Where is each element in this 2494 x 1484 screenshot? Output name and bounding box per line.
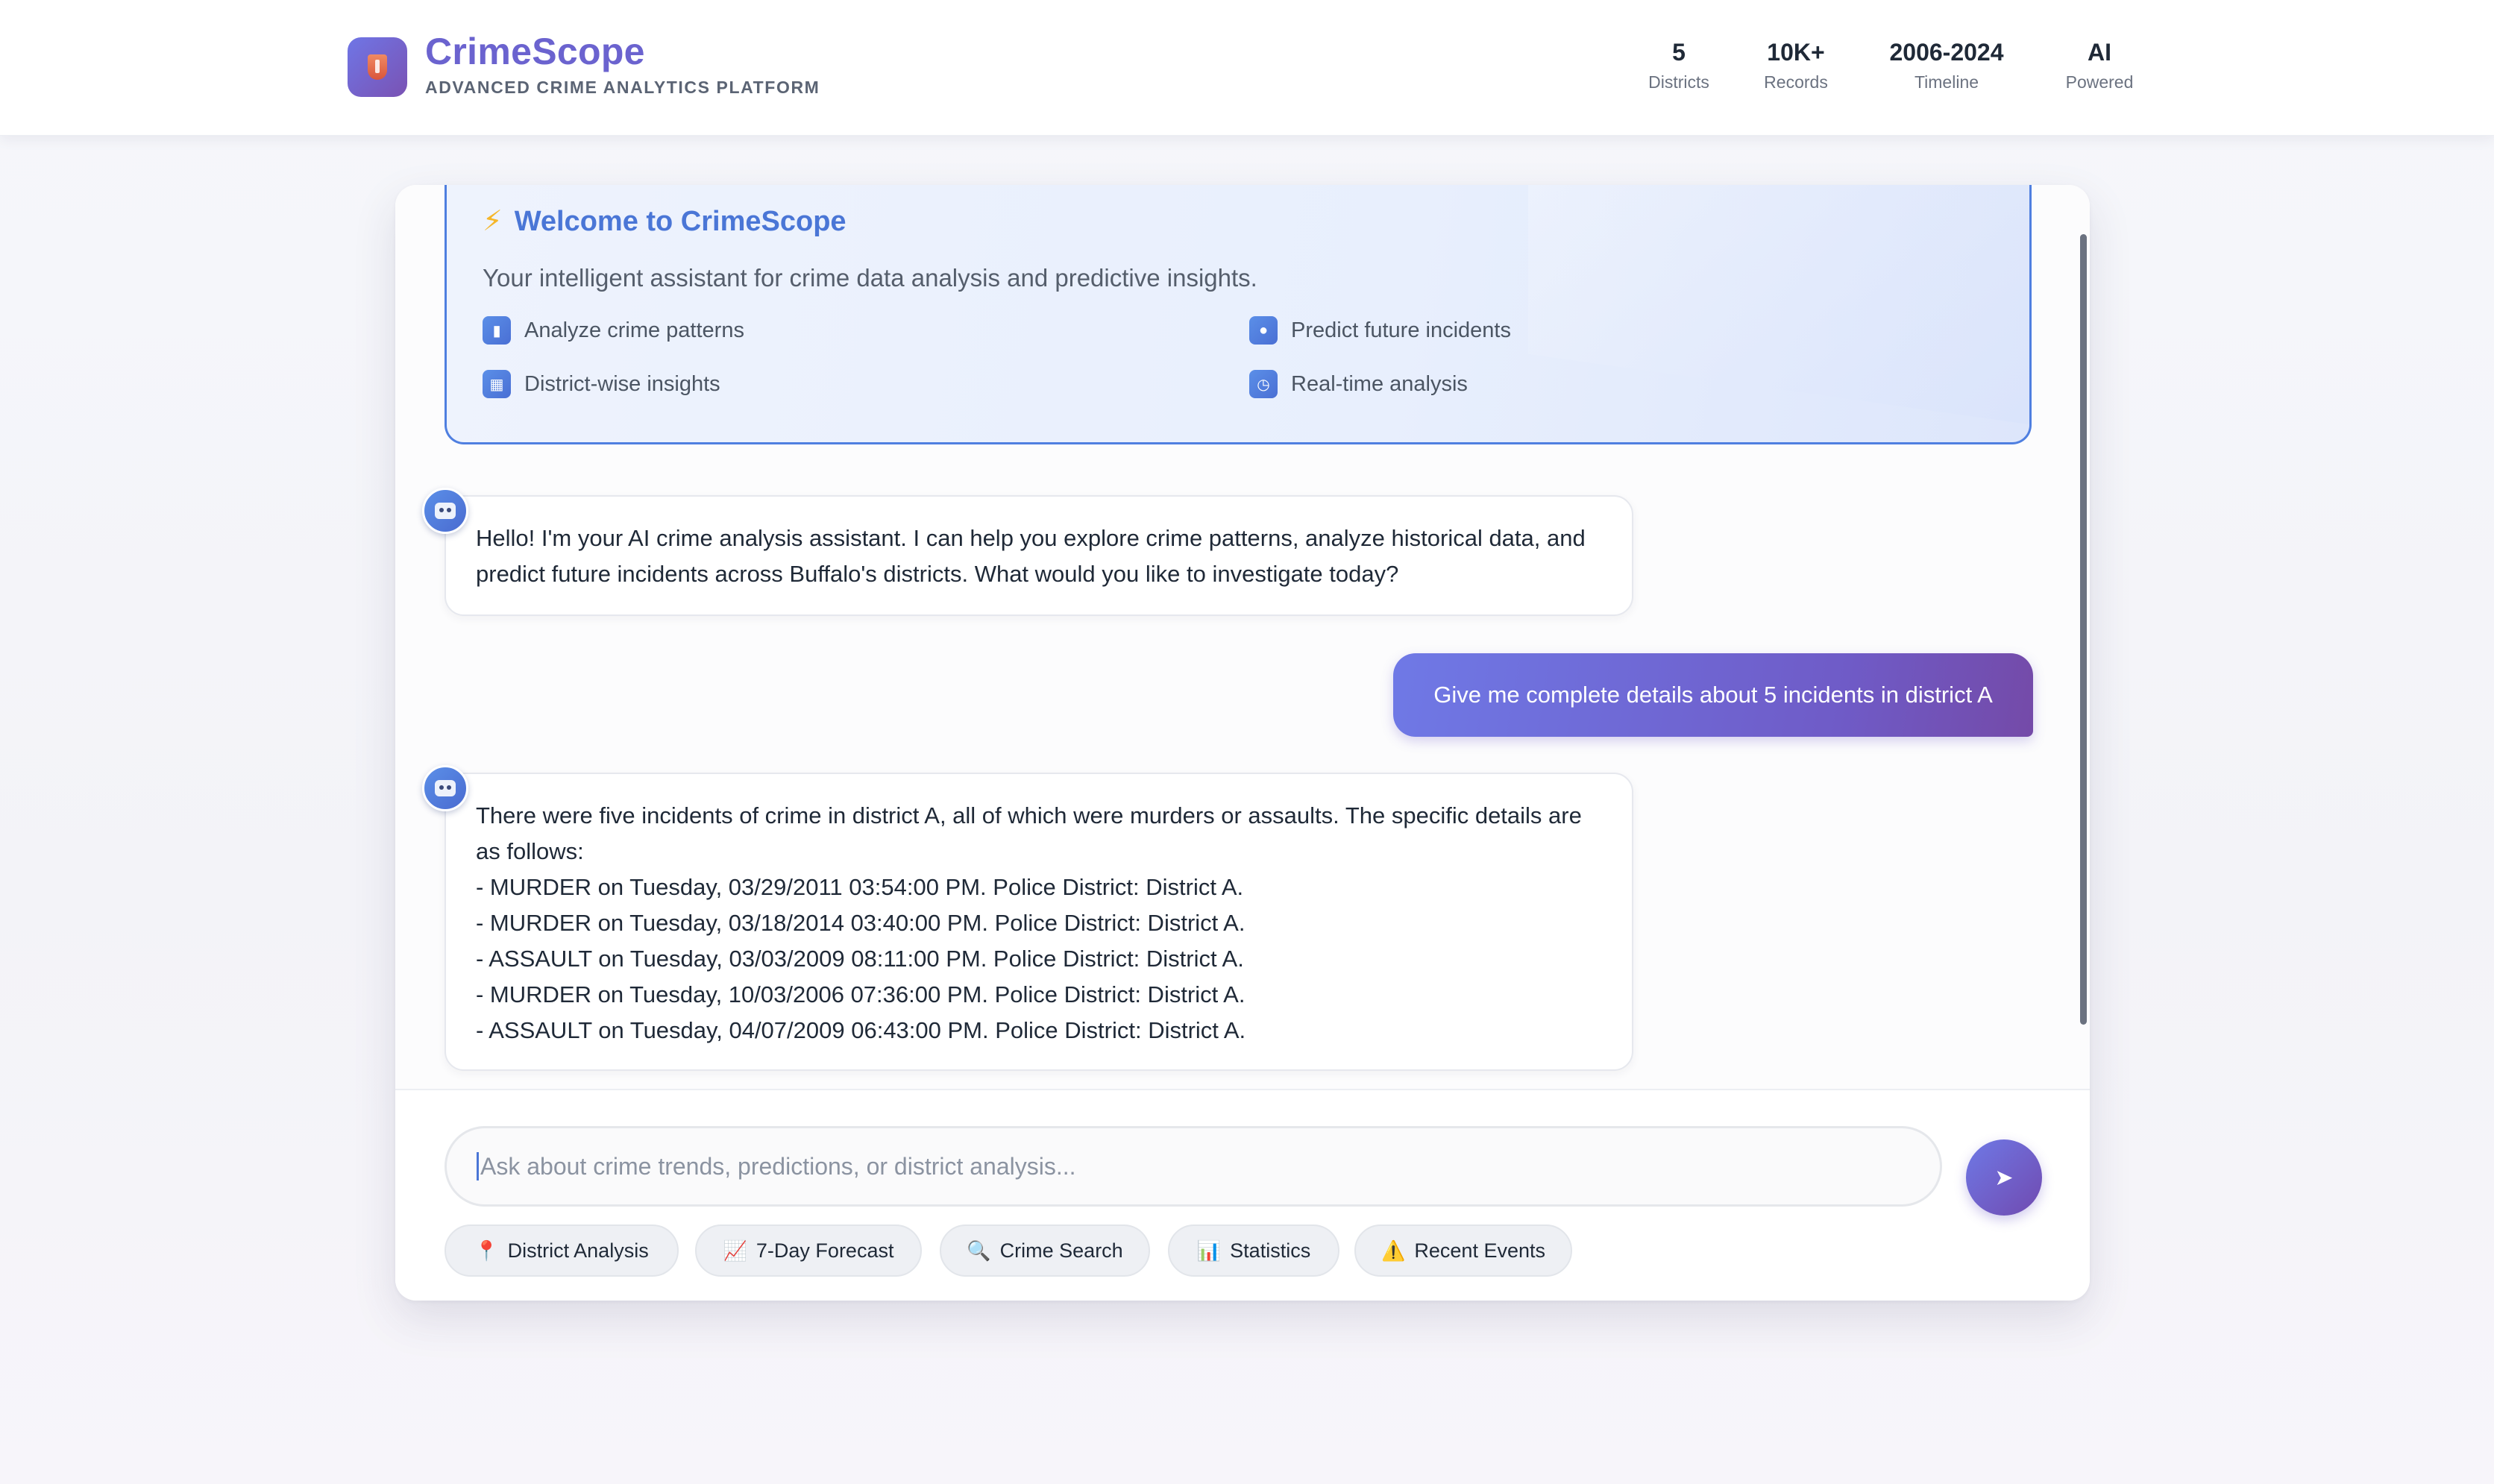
feature-label: District-wise insights	[524, 371, 720, 396]
robot-icon	[435, 780, 456, 796]
incident-item: - ASSAULT on Tuesday, 04/07/2009 06:43:0…	[476, 1017, 1246, 1043]
quick-action-district-analysis[interactable]: 📍 District Analysis	[445, 1224, 679, 1277]
bot-answer-intro: There were five incidents of crime in di…	[476, 802, 1582, 864]
bot-message-text: Hello! I'm your AI crime analysis assist…	[476, 525, 1586, 587]
send-button[interactable]: ➤	[1966, 1139, 2042, 1216]
brand-title: CrimeScope	[425, 31, 645, 72]
feature-analyze-patterns: ▮ Analyze crime patterns	[483, 316, 744, 345]
stat-districts: 5 Districts	[1638, 39, 1720, 92]
clock-icon: ◷	[1249, 370, 1278, 398]
user-message: Give me complete details about 5 inciden…	[1393, 653, 2033, 737]
stat-label: Timeline	[1914, 72, 1979, 92]
send-arrow-icon: ➤	[1994, 1165, 2014, 1190]
pin-icon: 📍	[474, 1239, 499, 1262]
welcome-description: Your intelligent assistant for crime dat…	[483, 264, 1257, 292]
quick-action-label: District Analysis	[507, 1239, 649, 1262]
welcome-title: ⚡ Welcome to CrimeScope	[483, 204, 846, 238]
stat-label: Districts	[1648, 72, 1709, 92]
message-list[interactable]: ⚡ Welcome to CrimeScope Your intelligent …	[395, 185, 2090, 1089]
bar-chart-icon: ▮	[483, 316, 511, 345]
crystal-ball-icon: ●	[1249, 316, 1278, 345]
chat-input-wrapper[interactable]	[445, 1126, 1942, 1207]
welcome-title-text: Welcome to CrimeScope	[514, 206, 846, 237]
message-list-scrollbar[interactable]	[2080, 234, 2087, 1025]
brand-subtitle: ADVANCED CRIME ANALYTICS PLATFORM	[425, 78, 820, 97]
warning-icon: ⚠️	[1381, 1239, 1406, 1262]
bot-message: There were five incidents of crime in di…	[445, 773, 1633, 1071]
chat-input[interactable]	[480, 1152, 1940, 1180]
stat-value: AI	[2088, 39, 2111, 66]
stat-label: Powered	[2065, 72, 2134, 92]
text-caret	[477, 1152, 479, 1180]
trend-chart-icon: 📈	[723, 1239, 747, 1262]
logo-shield-icon	[348, 37, 407, 97]
bar-chart-icon: 📊	[1196, 1239, 1222, 1262]
quick-action-label: Statistics	[1230, 1239, 1311, 1262]
incident-item: - MURDER on Tuesday, 10/03/2006 07:36:00…	[476, 981, 1246, 1007]
stat-value: 2006-2024	[1889, 39, 2004, 66]
feature-predict-incidents: ● Predict future incidents	[1249, 316, 1511, 345]
feature-label: Real-time analysis	[1291, 371, 1468, 396]
feature-district-insights: ▦ District-wise insights	[483, 370, 720, 398]
incident-item: - MURDER on Tuesday, 03/29/2011 03:54:00…	[476, 874, 1244, 900]
app-header: CrimeScope ADVANCED CRIME ANALYTICS PLAT…	[0, 0, 2494, 136]
quick-action-label: 7-Day Forecast	[756, 1239, 894, 1262]
stat-value: 10K+	[1767, 39, 1825, 66]
stat-records: 10K+ Records	[1753, 39, 1839, 92]
welcome-card: ⚡ Welcome to CrimeScope Your intelligent …	[445, 185, 2032, 444]
incident-item: - ASSAULT on Tuesday, 03/03/2009 08:11:0…	[476, 946, 1244, 972]
bot-message: Hello! I'm your AI crime analysis assist…	[445, 495, 1633, 616]
incident-item: - MURDER on Tuesday, 03/18/2014 03:40:00…	[476, 910, 1246, 936]
bot-avatar	[422, 488, 468, 534]
chat-panel: ⚡ Welcome to CrimeScope Your intelligent …	[395, 185, 2090, 1301]
feature-realtime-analysis: ◷ Real-time analysis	[1249, 370, 1468, 398]
magnifier-icon: 🔍	[967, 1239, 991, 1262]
bot-avatar	[422, 765, 468, 811]
quick-action-label: Recent Events	[1414, 1239, 1545, 1262]
quick-action-forecast[interactable]: 📈 7-Day Forecast	[695, 1224, 922, 1277]
stat-ai: AI Powered	[2055, 39, 2143, 92]
stat-label: Records	[1764, 72, 1828, 92]
stat-value: 5	[1672, 39, 1686, 66]
composer: ➤ 📍 District Analysis 📈 7-Day Forecast 🔍…	[395, 1089, 2090, 1301]
quick-action-statistics[interactable]: 📊 Statistics	[1168, 1224, 1339, 1277]
quick-action-label: Crime Search	[999, 1239, 1123, 1262]
quick-action-crime-search[interactable]: 🔍 Crime Search	[940, 1224, 1150, 1277]
robot-icon	[435, 503, 456, 519]
feature-label: Predict future incidents	[1291, 318, 1511, 342]
lightning-icon: ⚡	[483, 206, 503, 237]
feature-label: Analyze crime patterns	[524, 318, 744, 342]
map-icon: ▦	[483, 370, 511, 398]
quick-action-recent-events[interactable]: ⚠️ Recent Events	[1354, 1224, 1572, 1277]
stat-timeline: 2006-2024 Timeline	[1870, 39, 2023, 92]
